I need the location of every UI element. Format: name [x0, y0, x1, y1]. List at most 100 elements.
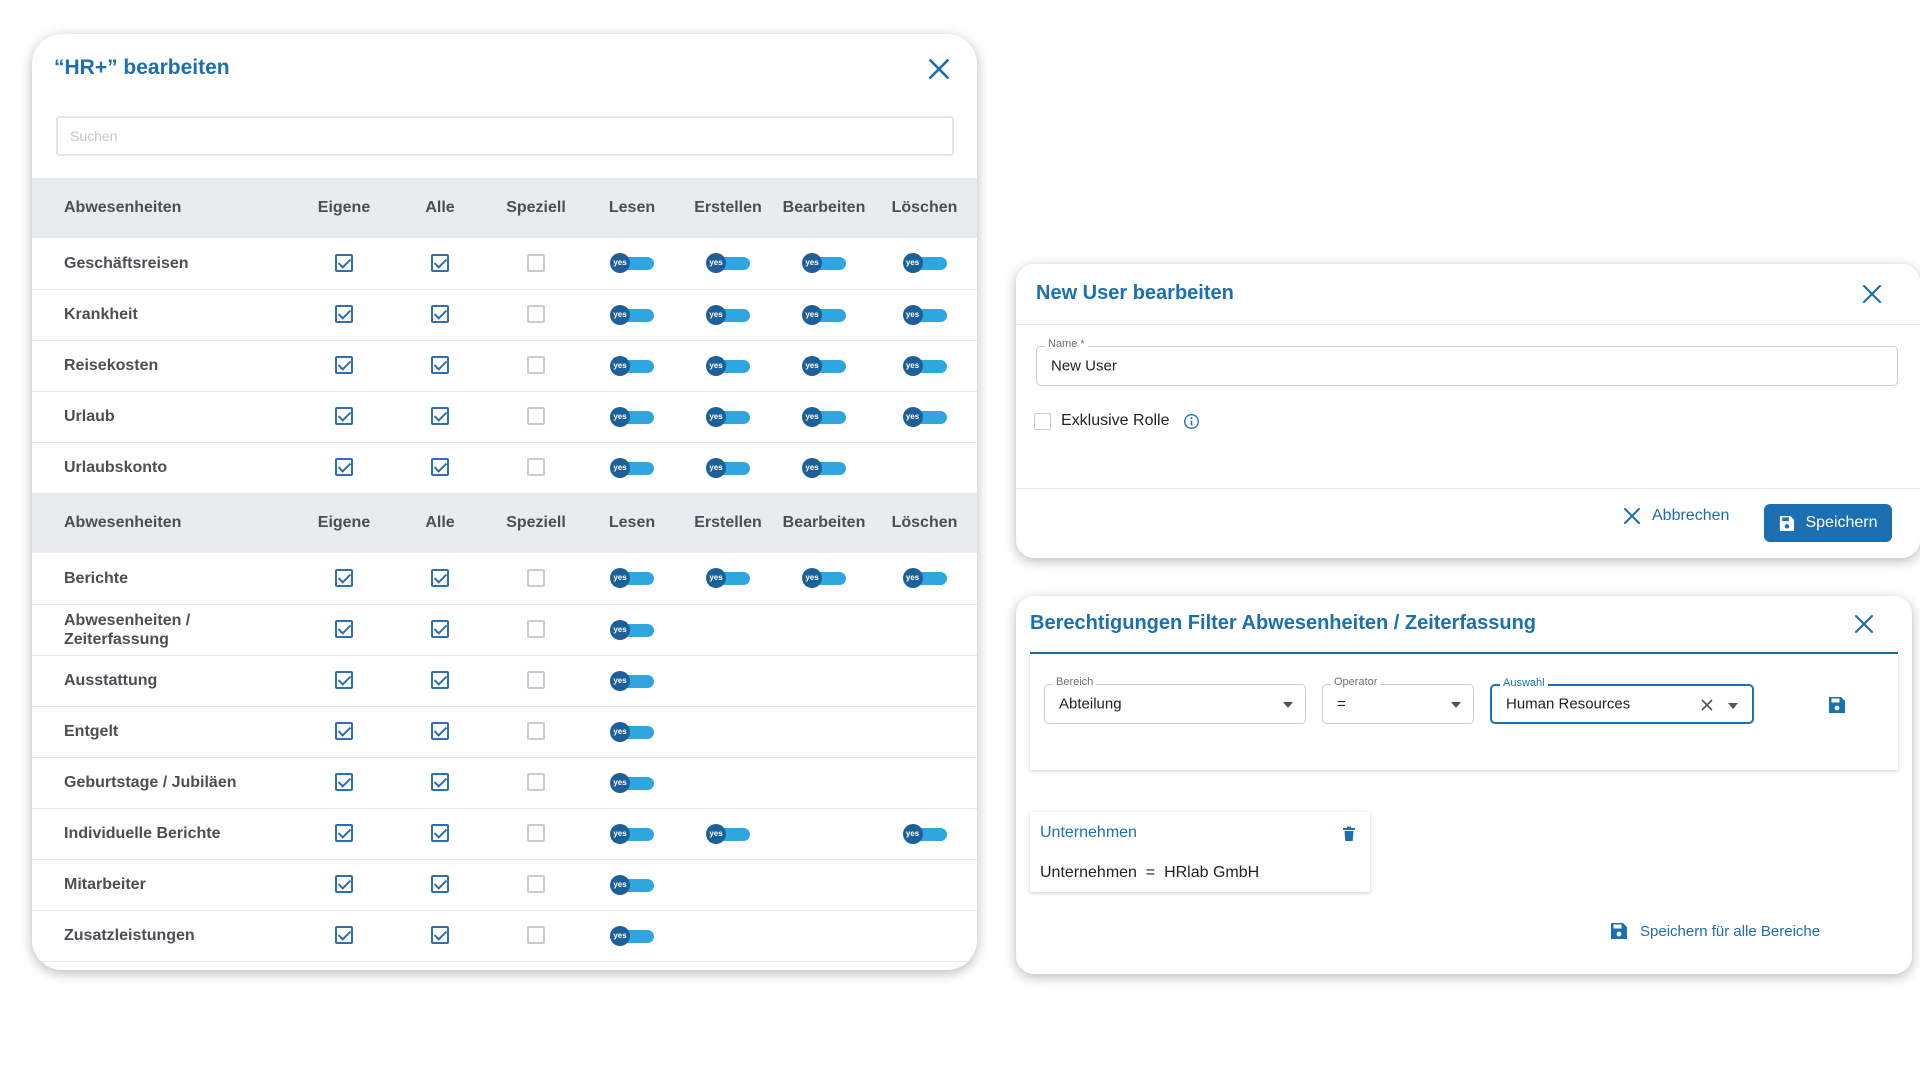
- loeschen-toggle[interactable]: yes: [902, 568, 947, 589]
- bearbeiten-toggle[interactable]: yes: [802, 457, 846, 478]
- speziell-checkbox[interactable]: [527, 773, 545, 792]
- lesen-toggle[interactable]: yes: [610, 457, 654, 478]
- alle-checkbox[interactable]: [431, 407, 449, 426]
- auswahl-value: Human Resources: [1506, 695, 1631, 713]
- eigene-checkbox[interactable]: [335, 671, 353, 690]
- speziell-checkbox[interactable]: [527, 356, 545, 375]
- bearbeiten-toggle[interactable]: yes: [802, 406, 846, 427]
- caret-down-icon[interactable]: [1728, 703, 1738, 709]
- erstellen-toggle[interactable]: yes: [706, 253, 750, 274]
- loeschen-toggle[interactable]: yes: [902, 406, 947, 427]
- erstellen-toggle[interactable]: yes: [706, 355, 750, 376]
- exclusive-role-checkbox[interactable]: [1034, 412, 1051, 430]
- lesen-toggle[interactable]: yes: [610, 304, 654, 325]
- loeschen-toggle[interactable]: yes: [902, 304, 947, 325]
- save-button[interactable]: Speichern: [1764, 504, 1892, 542]
- lesen-toggle[interactable]: yes: [610, 925, 654, 946]
- lesen-toggle[interactable]: yes: [610, 253, 654, 274]
- speziell-checkbox[interactable]: [527, 824, 545, 843]
- bearbeiten-toggle[interactable]: yes: [802, 304, 846, 325]
- row-label: Ausstattung: [32, 655, 296, 707]
- erstellen-toggle[interactable]: yes: [706, 406, 750, 427]
- erstellen-toggle[interactable]: yes: [706, 823, 750, 844]
- clear-icon[interactable]: [1700, 698, 1714, 712]
- bearbeiten-toggle[interactable]: yes: [802, 253, 846, 274]
- eigene-checkbox[interactable]: [335, 305, 353, 324]
- alle-checkbox[interactable]: [431, 356, 449, 375]
- eigene-checkbox[interactable]: [335, 407, 353, 426]
- info-icon[interactable]: [1183, 413, 1200, 430]
- erstellen-toggle[interactable]: yes: [706, 568, 750, 589]
- cell: yes: [584, 553, 680, 605]
- lesen-toggle[interactable]: yes: [610, 355, 654, 376]
- save-all-button[interactable]: Speichern für alle Bereiche: [1610, 922, 1820, 940]
- name-field[interactable]: Name * New User: [1036, 338, 1898, 386]
- eigene-checkbox[interactable]: [335, 722, 353, 741]
- speziell-checkbox[interactable]: [527, 305, 545, 324]
- cell: [296, 442, 392, 494]
- close-icon[interactable]: [1860, 282, 1884, 306]
- alle-checkbox[interactable]: [431, 773, 449, 792]
- bereich-select[interactable]: Bereich Abteilung: [1044, 676, 1306, 724]
- lesen-toggle[interactable]: yes: [610, 619, 654, 640]
- speziell-checkbox[interactable]: [527, 407, 545, 426]
- eigene-checkbox[interactable]: [335, 458, 353, 477]
- speziell-checkbox[interactable]: [527, 620, 545, 639]
- loeschen-toggle[interactable]: yes: [902, 253, 947, 274]
- alle-checkbox[interactable]: [431, 569, 449, 588]
- eigene-checkbox[interactable]: [335, 875, 353, 894]
- toggle-knob: yes: [610, 670, 630, 691]
- alle-checkbox[interactable]: [431, 458, 449, 477]
- operator-select[interactable]: Operator =: [1322, 676, 1474, 724]
- alle-checkbox[interactable]: [431, 254, 449, 273]
- speziell-checkbox[interactable]: [527, 671, 545, 690]
- alle-checkbox[interactable]: [431, 671, 449, 690]
- speziell-checkbox[interactable]: [527, 569, 545, 588]
- bearbeiten-toggle[interactable]: yes: [802, 355, 846, 376]
- lesen-toggle[interactable]: yes: [610, 823, 654, 844]
- search-input[interactable]: [56, 116, 954, 156]
- close-icon[interactable]: [1852, 612, 1876, 636]
- cancel-button[interactable]: Abbrechen: [1622, 506, 1729, 526]
- erstellen-toggle[interactable]: yes: [706, 304, 750, 325]
- alle-checkbox[interactable]: [431, 305, 449, 324]
- cell: yes: [776, 238, 872, 290]
- lesen-toggle[interactable]: yes: [610, 874, 654, 895]
- floppy-disk-icon[interactable]: [1828, 696, 1846, 714]
- auswahl-select[interactable]: Auswahl Human Resources: [1490, 677, 1754, 724]
- lesen-toggle[interactable]: yes: [610, 406, 654, 427]
- speziell-checkbox[interactable]: [527, 458, 545, 477]
- eigene-checkbox[interactable]: [335, 356, 353, 375]
- trash-icon[interactable]: [1342, 826, 1356, 842]
- eigene-checkbox[interactable]: [335, 926, 353, 945]
- lesen-toggle[interactable]: yes: [610, 721, 654, 742]
- bearbeiten-toggle[interactable]: yes: [802, 568, 846, 589]
- cell: [776, 859, 872, 911]
- eigene-checkbox[interactable]: [335, 824, 353, 843]
- loeschen-toggle[interactable]: yes: [902, 355, 947, 376]
- cell: [296, 706, 392, 758]
- erstellen-toggle[interactable]: yes: [706, 457, 750, 478]
- lesen-toggle[interactable]: yes: [610, 568, 654, 589]
- speziell-checkbox[interactable]: [527, 254, 545, 273]
- toggle-knob: yes: [610, 355, 630, 376]
- eigene-checkbox[interactable]: [335, 773, 353, 792]
- speziell-checkbox[interactable]: [527, 722, 545, 741]
- close-icon[interactable]: [926, 56, 952, 82]
- eigene-checkbox[interactable]: [335, 254, 353, 273]
- eigene-checkbox[interactable]: [335, 620, 353, 639]
- alle-checkbox[interactable]: [431, 620, 449, 639]
- alle-checkbox[interactable]: [431, 875, 449, 894]
- speziell-checkbox[interactable]: [527, 926, 545, 945]
- loeschen-toggle[interactable]: yes: [902, 823, 947, 844]
- alle-checkbox[interactable]: [431, 722, 449, 741]
- toggle-knob: yes: [902, 568, 923, 589]
- lesen-toggle[interactable]: yes: [610, 772, 654, 793]
- alle-checkbox[interactable]: [431, 824, 449, 843]
- alle-checkbox[interactable]: [431, 926, 449, 945]
- eigene-checkbox[interactable]: [335, 569, 353, 588]
- speziell-checkbox[interactable]: [527, 875, 545, 894]
- lesen-toggle[interactable]: yes: [610, 670, 654, 691]
- row-label: Krankheit: [32, 289, 296, 341]
- cell: [488, 757, 584, 809]
